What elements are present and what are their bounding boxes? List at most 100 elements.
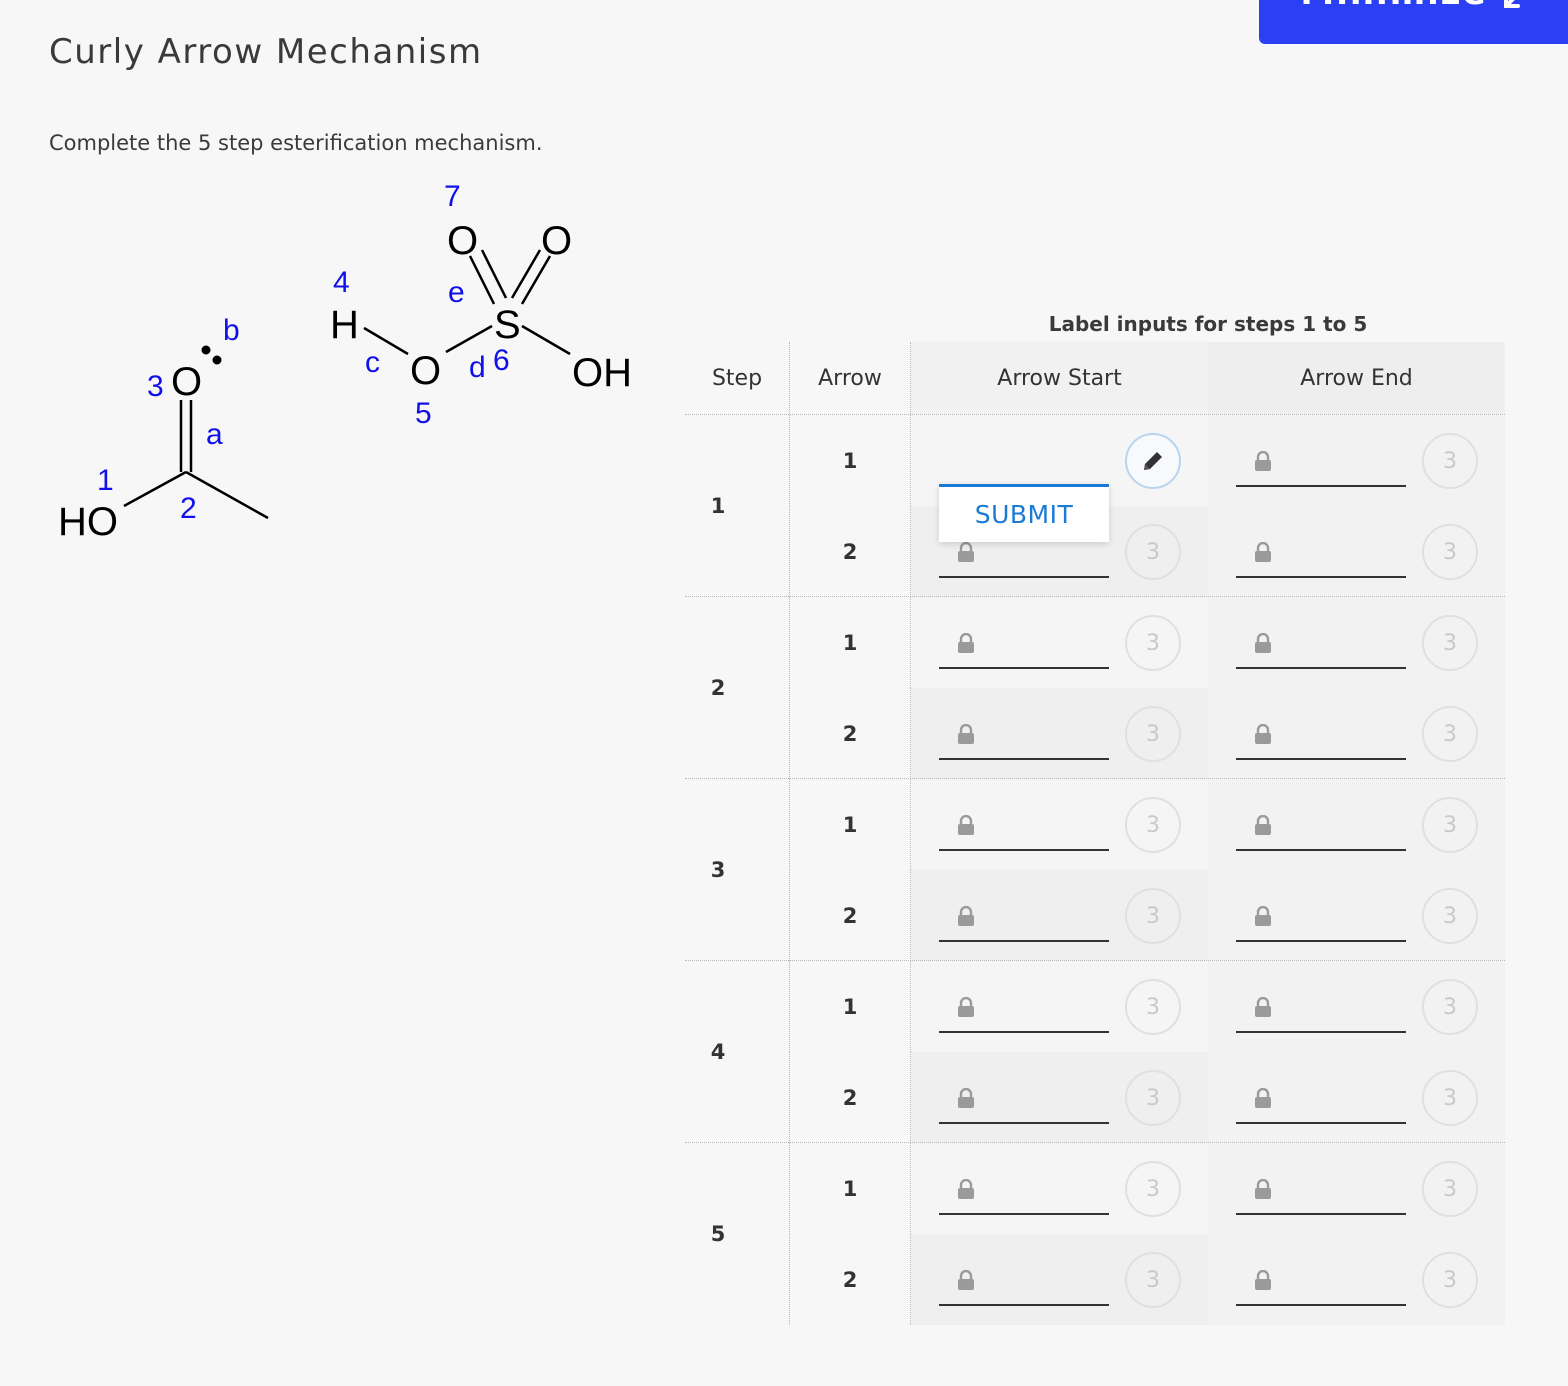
attempts-remaining-badge: 3 [1125, 1070, 1181, 1126]
label-6: 6 [493, 344, 510, 377]
attempts-remaining-badge: 3 [1125, 888, 1181, 944]
attempts-remaining-badge: 3 [1125, 1252, 1181, 1308]
arrow-end-input[interactable] [1236, 900, 1406, 942]
atom-o-top-right: O [541, 219, 572, 263]
lone-pair-b [201, 345, 222, 365]
arrow-end-input[interactable] [1236, 1082, 1406, 1124]
label-e: e [448, 276, 465, 309]
arrow-start-input[interactable] [939, 900, 1109, 942]
atom-h: H [330, 303, 359, 347]
step-number: 4 [710, 1040, 726, 1064]
lock-icon [957, 814, 975, 835]
arrow-start-input[interactable] [939, 718, 1109, 760]
arrow-start-input[interactable] [939, 1173, 1109, 1215]
lock-icon [1254, 450, 1272, 471]
arrow-start-cell: 3 [911, 961, 1208, 1052]
arrow-end-cell: 3 [1208, 506, 1505, 597]
arrow-start-input[interactable] [939, 1082, 1109, 1124]
attempts-remaining-badge: 3 [1422, 615, 1478, 671]
instructions-text: Complete the 5 step esterification mecha… [49, 131, 543, 155]
arrow-end-cell: 3 [1208, 779, 1505, 870]
arrow-end-cell: 3 [1208, 1234, 1505, 1325]
arrow-start-cell: 3 [911, 1143, 1208, 1234]
attempts-remaining-badge: 3 [1422, 979, 1478, 1035]
table-row: 1 3 3 [789, 779, 1505, 870]
lock-icon [1254, 541, 1272, 562]
arrow-number: 1 [789, 415, 911, 506]
arrow-start-cell: 3 [911, 597, 1208, 688]
arrow-start-cell: 3 [911, 688, 1208, 779]
table-caption: Label inputs for steps 1 to 5 [1048, 312, 1368, 336]
arrow-start-input[interactable] [939, 1264, 1109, 1306]
arrow-start-input[interactable] [939, 809, 1109, 851]
arrow-end-input[interactable] [1236, 445, 1406, 487]
lock-icon [1254, 1178, 1272, 1199]
atom-s: S [494, 303, 521, 347]
attempts-remaining-badge: 3 [1422, 797, 1478, 853]
arrow-start-cell: 3 [911, 779, 1208, 870]
arrow-end-cell: 3 [1208, 1052, 1505, 1143]
arrow-number: 1 [789, 597, 911, 688]
arrow-end-input[interactable] [1236, 1173, 1406, 1215]
attempts-remaining-badge: 3 [1422, 524, 1478, 580]
lock-icon [957, 632, 975, 653]
page: Minimize Curly Arrow Mechanism Complete … [0, 0, 1568, 1386]
arrow-end-cell: 3 [1208, 415, 1505, 506]
arrow-number: 2 [789, 506, 911, 597]
arrow-end-cell: 3 [1208, 1143, 1505, 1234]
lock-icon [957, 1178, 975, 1199]
arrow-number: 1 [789, 779, 911, 870]
step-number: 1 [710, 494, 726, 518]
arrow-end-input[interactable] [1236, 627, 1406, 669]
step-number: 2 [710, 676, 726, 700]
atom-o-carbonyl: O [171, 360, 202, 404]
arrow-end-input[interactable] [1236, 1264, 1406, 1306]
lock-icon [1254, 1269, 1272, 1290]
label-1: 1 [97, 464, 114, 497]
attempts-remaining-badge: 3 [1125, 1161, 1181, 1217]
arrow-number: 1 [789, 1143, 911, 1234]
minimize-button[interactable]: Minimize [1259, 0, 1568, 44]
step-number: 5 [710, 1222, 726, 1246]
attempts-remaining-badge: 3 [1422, 888, 1478, 944]
header-arrow-end: Arrow End [1208, 342, 1505, 414]
arrow-start-input[interactable] [939, 627, 1109, 669]
arrow-start-cell: 3 [911, 1052, 1208, 1143]
submit-button[interactable]: SUBMIT [939, 484, 1109, 542]
header-step: Step [711, 365, 763, 391]
arrow-number: 1 [789, 961, 911, 1052]
arrow-end-input[interactable] [1236, 991, 1406, 1033]
step-group: 3 1 3 3 2 3 3 [685, 778, 1505, 961]
table-row: 2 3 3 [789, 688, 1505, 779]
edit-button[interactable] [1125, 433, 1181, 489]
lock-icon [1254, 1087, 1272, 1108]
step-group: 2133233 [685, 596, 1505, 779]
arrow-start-input[interactable] [939, 536, 1109, 578]
table-row: 1 3 3 [789, 961, 1505, 1052]
arrow-end-input[interactable] [1236, 718, 1406, 760]
lock-icon [1254, 723, 1272, 744]
attempts-remaining-badge: 3 [1125, 706, 1181, 762]
lock-icon [957, 1087, 975, 1108]
attempts-remaining-badge: 3 [1422, 706, 1478, 762]
lock-icon [957, 996, 975, 1017]
arrow-end-input[interactable] [1236, 809, 1406, 851]
minimize-icon [1503, 0, 1520, 8]
arrow-number: 2 [789, 1234, 911, 1325]
label-4: 4 [333, 266, 350, 299]
step-group: 4 1 3 3 2 3 3 [685, 960, 1505, 1143]
step-number: 3 [710, 858, 726, 882]
lock-icon [1254, 814, 1272, 835]
arrow-number: 2 [789, 688, 911, 779]
atom-ho: HO [58, 500, 118, 540]
page-title: Curly Arrow Mechanism [49, 32, 483, 72]
header-arrow-start: Arrow Start [911, 342, 1208, 414]
arrow-start-input[interactable] [939, 991, 1109, 1033]
arrow-end-input[interactable] [1236, 536, 1406, 578]
attempts-remaining-badge: 3 [1125, 615, 1181, 671]
lock-icon [957, 723, 975, 744]
arrow-start-input[interactable] [939, 445, 1109, 487]
table-row: 2 3 3 [789, 1234, 1505, 1325]
table-row: 2 3 3 [789, 870, 1505, 961]
table-body: 1132332133233313323341332335133233 [685, 414, 1505, 1325]
